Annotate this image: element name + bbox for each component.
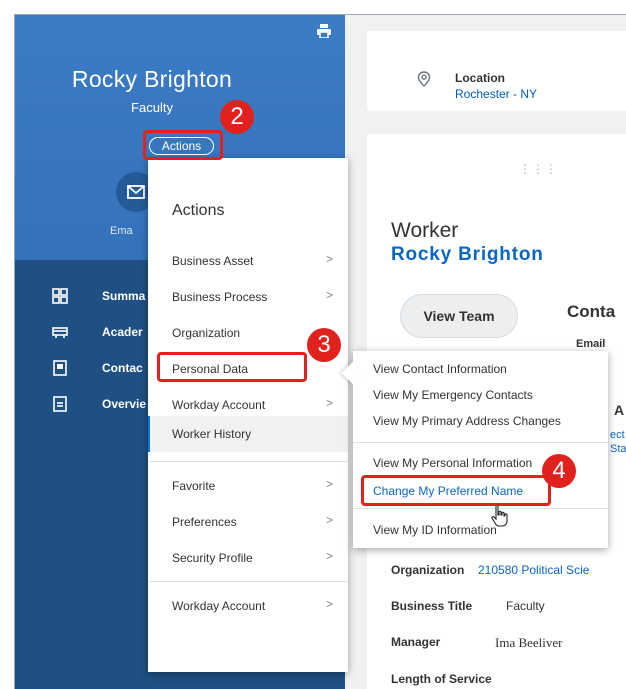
callout-badge-2: 2 xyxy=(220,100,254,134)
actions-menu: Actions Business Asset > Business Proces… xyxy=(148,158,348,672)
submenu-view-personal-information[interactable]: View My Personal Information xyxy=(373,456,532,470)
menu-item-security-profile[interactable]: Security Profile > xyxy=(148,540,348,576)
manager-label: Manager xyxy=(391,635,441,649)
menu-item-label: Business Asset xyxy=(172,254,254,268)
menu-item-label: Workday Account xyxy=(172,599,266,613)
menu-item-label: Favorite xyxy=(172,479,216,493)
print-icon[interactable] xyxy=(317,24,331,38)
length-of-service-label: Length of Service xyxy=(391,672,492,686)
sidebar-item-label: Summa xyxy=(102,289,146,303)
submenu-view-primary-address-changes[interactable]: View My Primary Address Changes xyxy=(373,414,561,428)
callout-box-actions xyxy=(143,130,223,160)
worker-heading: Worker xyxy=(391,219,459,242)
menu-item-preferences[interactable]: Preferences > xyxy=(148,504,348,540)
submenu-divider xyxy=(353,508,608,509)
address-line-1: ect xyxy=(610,429,625,441)
location-link[interactable]: Rochester - NY xyxy=(455,87,537,101)
menu-item-workday-account-2[interactable]: Workday Account > xyxy=(148,588,348,624)
menu-item-business-asset[interactable]: Business Asset > xyxy=(148,243,348,279)
manager-value: Ima Beeliver xyxy=(495,635,563,650)
callout-box-personal-data xyxy=(157,352,307,382)
chevron-right-icon: > xyxy=(326,396,334,410)
worker-name-title: Rocky Brighton xyxy=(71,66,233,92)
overview-document-icon xyxy=(53,396,67,412)
sidebar-item-label: Acader xyxy=(102,325,143,339)
menu-item-label: Workday Account xyxy=(172,398,266,412)
sidebar-item-label: Contac xyxy=(102,361,143,375)
organization-label: Organization xyxy=(391,563,465,577)
active-item-indicator xyxy=(148,416,150,452)
hand-cursor-icon xyxy=(491,504,508,527)
chevron-right-icon: > xyxy=(326,513,334,527)
menu-item-label: Worker History xyxy=(172,427,252,441)
worker-name-link[interactable]: Rocky Brighton xyxy=(391,244,544,266)
menu-item-favorite[interactable]: Favorite > xyxy=(148,468,348,504)
business-title-label: Business Title xyxy=(391,599,473,613)
chevron-right-icon: > xyxy=(326,597,334,611)
sidebar-item-label: Overvie xyxy=(102,397,147,411)
email-label: Ema xyxy=(110,225,133,237)
contact-heading: Conta xyxy=(567,302,616,321)
chevron-right-icon: > xyxy=(326,477,334,491)
address-link-cut[interactable]: ect Sta xyxy=(610,428,626,456)
menu-divider xyxy=(148,581,348,582)
business-title-value: Faculty xyxy=(506,599,545,613)
workday-page: Rocky Brighton Faculty Actions Ema Summa xyxy=(14,14,626,689)
menu-item-label: Business Process xyxy=(172,290,268,304)
menu-item-label: Preferences xyxy=(172,515,237,529)
chevron-right-icon: > xyxy=(326,288,334,302)
address-line-2: Sta xyxy=(610,443,626,455)
menu-item-business-process[interactable]: Business Process > xyxy=(148,279,348,315)
menu-item-label: Organization xyxy=(172,326,241,340)
location-pin-icon xyxy=(417,71,431,87)
chevron-right-icon: > xyxy=(326,549,334,563)
organization-link[interactable]: 210580 Political Scie xyxy=(478,563,589,577)
menu-item-label: Security Profile xyxy=(172,551,253,565)
callout-badge-3: 3 xyxy=(307,328,341,362)
submenu-view-id-information[interactable]: View My ID Information xyxy=(373,523,497,537)
callout-badge-4: 4 xyxy=(542,454,576,488)
submenu-divider xyxy=(353,442,608,443)
contact-card-icon xyxy=(53,360,67,376)
callout-box-change-preferred-name xyxy=(361,475,551,506)
section-heading-cut: A xyxy=(614,402,625,418)
drag-handle-icon[interactable]: ⋮⋮⋮ xyxy=(519,162,558,176)
summary-grid-icon xyxy=(52,288,68,304)
email-field-label: Email xyxy=(576,338,606,350)
academic-icon xyxy=(52,327,68,338)
menu-item-worker-history[interactable]: Worker History xyxy=(148,416,348,452)
actions-menu-title: Actions xyxy=(172,202,225,219)
view-team-button[interactable]: View Team xyxy=(400,294,518,338)
submenu-view-contact-information[interactable]: View Contact Information xyxy=(373,362,507,376)
location-label: Location xyxy=(455,71,505,85)
envelope-icon xyxy=(127,185,145,199)
menu-divider xyxy=(148,461,348,462)
chevron-right-icon: > xyxy=(326,252,334,266)
submenu-view-emergency-contacts[interactable]: View My Emergency Contacts xyxy=(373,388,533,402)
location-card: Location Rochester - NY xyxy=(367,31,626,111)
personal-data-submenu: View Contact Information View My Emergen… xyxy=(341,351,608,548)
